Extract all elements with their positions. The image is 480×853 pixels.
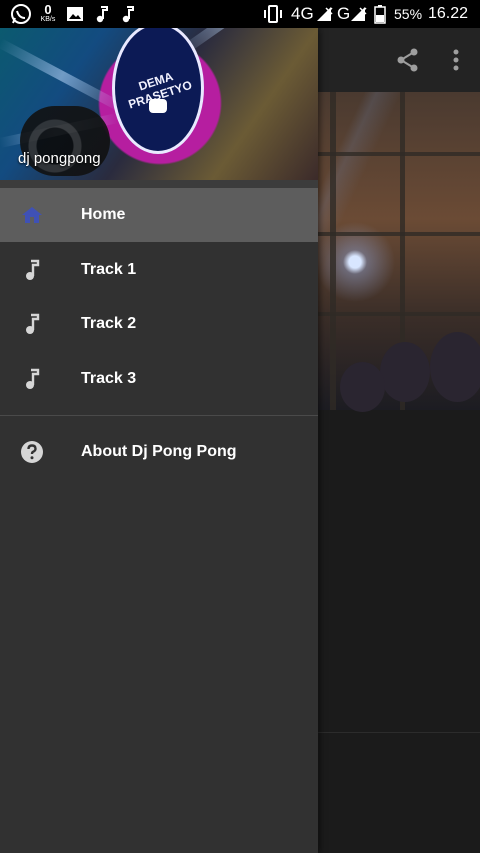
content-divider (318, 732, 480, 733)
share-icon[interactable] (392, 44, 424, 76)
net-speed-value: 0 (44, 2, 52, 17)
signal-icon (350, 0, 368, 28)
music-note-icon (20, 258, 44, 282)
net-speed-unit: KB/s (40, 16, 56, 23)
header-logo: DEMA PRASETYO (112, 28, 204, 154)
net-speed: 0 KB/s (38, 0, 58, 28)
signal-icon (316, 0, 334, 28)
music-note-icon (120, 0, 136, 28)
drawer-title: dj pongpong (18, 150, 101, 167)
help-icon (20, 440, 44, 464)
clock: 16.22 (428, 5, 469, 22)
music-note-icon (20, 312, 44, 336)
music-note-icon (94, 0, 110, 28)
nav-item-label: Track 3 (81, 370, 137, 387)
nav-item-track-2[interactable]: Track 2 (0, 297, 318, 351)
navigation-drawer: DEMA PRASETYO dj pongpong Home Track 1 T… (0, 28, 318, 853)
nav-item-track-1[interactable]: Track 1 (0, 243, 318, 297)
nav-item-label: About Dj Pong Pong (81, 443, 237, 460)
nav-item-about[interactable]: About Dj Pong Pong (0, 425, 318, 479)
vibrate-icon (262, 0, 284, 28)
battery-percent: 55% (394, 6, 423, 22)
network-g-label: G (337, 4, 351, 23)
drawer-header: DEMA PRASETYO dj pongpong (0, 28, 318, 180)
nav-item-label: Track 1 (81, 261, 137, 278)
nav-item-home[interactable]: Home (0, 188, 318, 242)
nav-item-label: Home (81, 206, 126, 223)
music-note-icon (20, 367, 44, 391)
play-icon (149, 99, 167, 113)
network-4g-label: 4G (291, 4, 314, 23)
nav-item-label: Track 2 (81, 315, 137, 332)
home-icon (20, 203, 44, 227)
menu-divider (0, 415, 318, 416)
battery-icon (374, 0, 386, 28)
header-divider (0, 180, 318, 188)
nav-item-track-3[interactable]: Track 3 (0, 352, 318, 406)
image-icon (66, 0, 84, 28)
status-bar: 0 KB/s 4G G 55% 16.22 (0, 0, 480, 28)
whatsapp-icon (10, 0, 32, 28)
more-options-icon[interactable] (440, 44, 472, 76)
